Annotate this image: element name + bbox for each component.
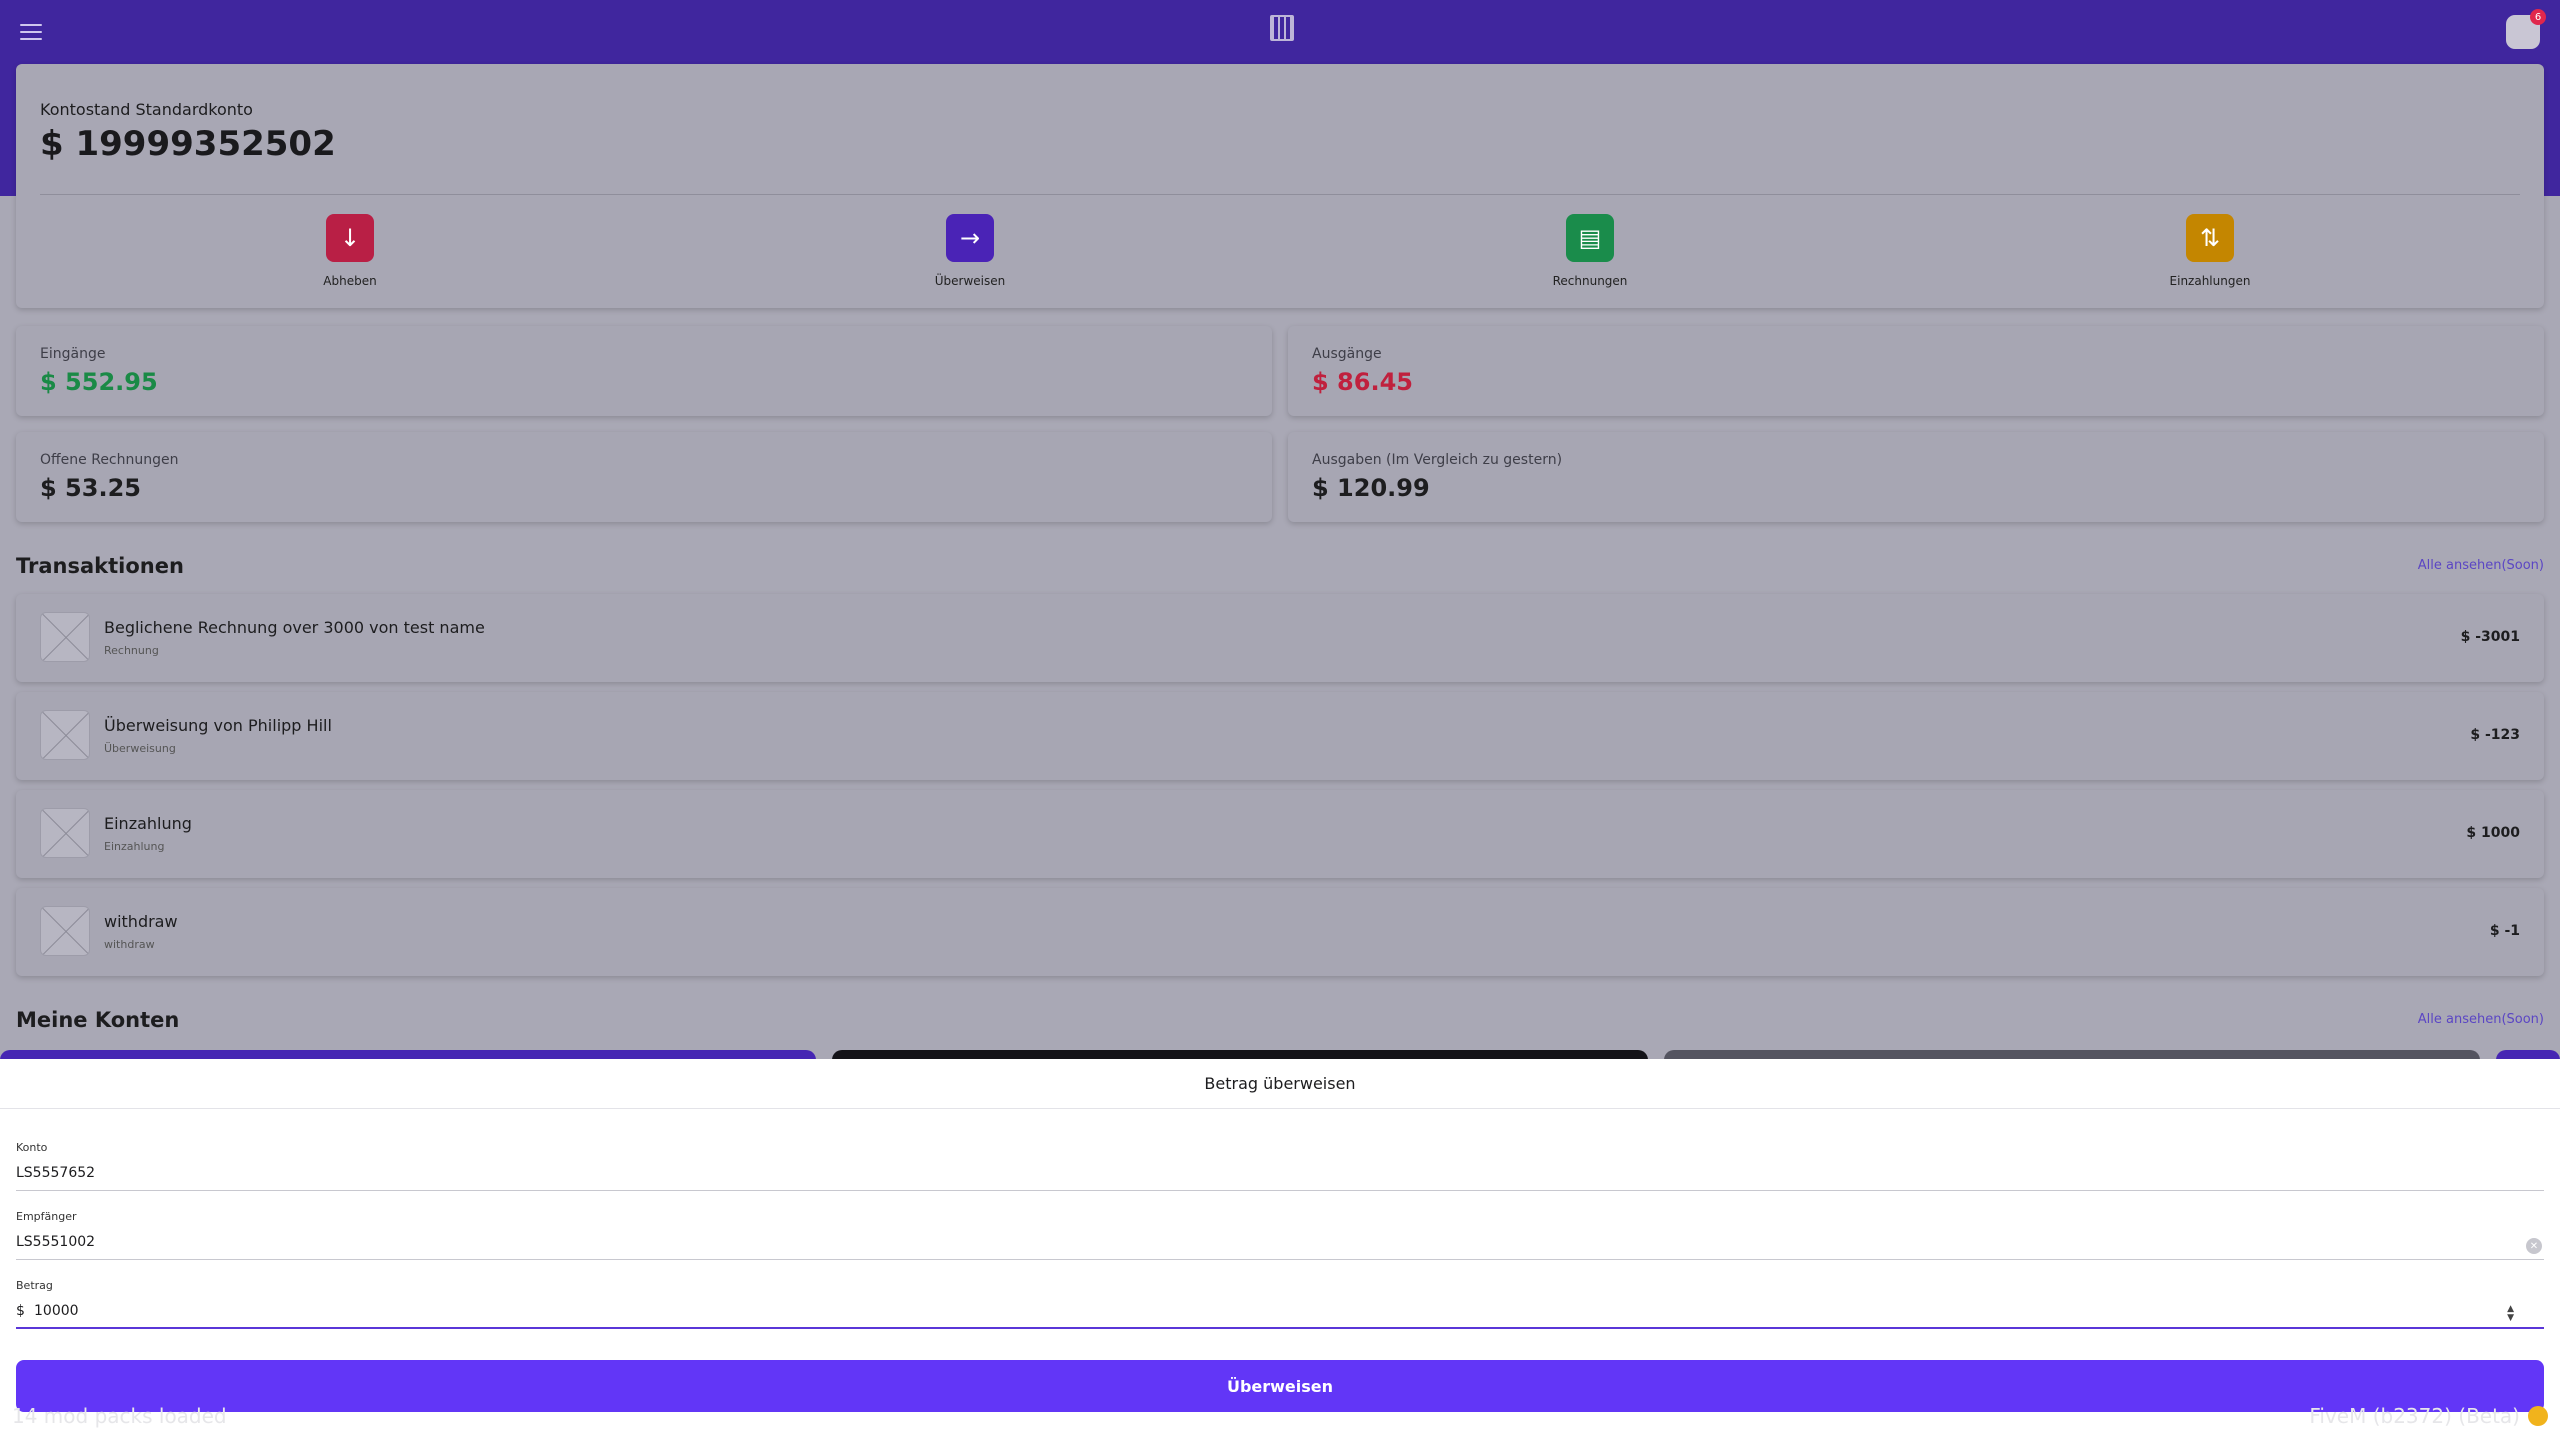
receipt-icon[interactable]: ▤ — [1566, 214, 1614, 262]
transaction-amount: $ -3001 — [2460, 629, 2520, 645]
deposits-action[interactable]: ⇅ Einzahlungen — [2130, 214, 2290, 288]
divider — [40, 194, 2520, 195]
transactions-title: Transaktionen — [16, 554, 184, 578]
bills-label: Rechnungen — [1552, 274, 1628, 288]
stat-outgoing-label: Ausgänge — [1312, 346, 1382, 362]
stat-outgoing: Ausgänge $ 86.45 — [1288, 326, 2544, 416]
transfer-label: Überweisen — [934, 274, 1006, 288]
transaction-title: Überweisung von Philipp Hill — [104, 716, 332, 735]
hamburger-menu-icon[interactable] — [20, 24, 42, 40]
amount-field-label: Betrag — [16, 1279, 53, 1292]
transaction-amount: $ -1 — [2489, 923, 2520, 939]
accounts-see-all-link[interactable]: Alle ansehen(Soon) — [2418, 1012, 2544, 1027]
balance-card: Kontostand Standardkonto $ 19999352502 ↓… — [16, 64, 2544, 308]
transaction-title: Beglichene Rechnung over 3000 von test n… — [104, 618, 485, 637]
transactions-see-all-link[interactable]: Alle ansehen(Soon) — [2418, 558, 2544, 573]
balance-label: Kontostand Standardkonto — [40, 100, 253, 119]
notification-badge: 6 — [2530, 9, 2546, 25]
account-field[interactable]: Konto LS5557652 — [16, 1135, 2544, 1191]
recipient-field[interactable]: Empfänger LS5551002 ✕ — [16, 1204, 2544, 1260]
stat-open-bills-label: Offene Rechnungen — [40, 452, 179, 468]
bills-action[interactable]: ▤ Rechnungen — [1510, 214, 1670, 288]
arrow-down-icon[interactable]: ↓ — [326, 214, 374, 262]
withdraw-action[interactable]: ↓ Abheben — [270, 214, 430, 288]
transfer-submit-button[interactable]: Überweisen — [16, 1360, 2544, 1412]
transfer-action[interactable]: → Überweisen — [890, 214, 1050, 288]
balance-value: $ 19999352502 — [40, 124, 336, 164]
stat-spending-compare-label: Ausgaben (Im Vergleich zu gestern) — [1312, 452, 1563, 468]
deposits-label: Einzahlungen — [2169, 274, 2251, 288]
transaction-type: Überweisung — [104, 742, 176, 755]
transaction-image-placeholder — [40, 710, 90, 760]
transfer-sheet-title: Betrag überweisen — [0, 1059, 2560, 1109]
withdraw-label: Abheben — [323, 274, 377, 288]
number-stepper-icon[interactable]: ▲ ▼ — [2507, 1305, 2514, 1323]
profile-avatar[interactable]: 6 — [2506, 9, 2546, 49]
account-field-value[interactable]: LS5557652 — [16, 1165, 2416, 1181]
stat-outgoing-value: $ 86.45 — [1312, 368, 1413, 396]
fivem-logo-icon — [2528, 1406, 2548, 1426]
stat-open-bills: Offene Rechnungen $ 53.25 — [16, 432, 1272, 522]
transaction-amount: $ 1000 — [2466, 825, 2520, 841]
account-field-label: Konto — [16, 1141, 48, 1154]
transaction-title: withdraw — [104, 912, 178, 931]
stat-incoming-value: $ 552.95 — [40, 368, 158, 396]
transaction-image-placeholder — [40, 612, 90, 662]
swap-vertical-icon[interactable]: ⇅ — [2186, 214, 2234, 262]
stat-spending-compare: Ausgaben (Im Vergleich zu gestern) $ 120… — [1288, 432, 2544, 522]
transaction-amount: $ -123 — [2470, 727, 2520, 743]
bank-logo-icon — [1270, 15, 1294, 41]
transaction-row[interactable]: withdraw withdraw $ -1 — [16, 888, 2544, 976]
stat-incoming-label: Eingänge — [40, 346, 106, 362]
amount-field[interactable]: Betrag $ 10000 ▲ ▼ — [16, 1273, 2544, 1329]
fivem-version-overlay-text: FiveM (b2372) (Beta) — [2309, 1404, 2520, 1428]
transaction-image-placeholder — [40, 906, 90, 956]
arrow-right-icon[interactable]: → — [946, 214, 994, 262]
clear-icon[interactable]: ✕ — [2526, 1238, 2542, 1254]
transaction-title: Einzahlung — [104, 814, 192, 833]
transaction-row[interactable]: Einzahlung Einzahlung $ 1000 — [16, 790, 2544, 878]
mod-packs-overlay-text: 14 mod packs loaded — [12, 1404, 227, 1428]
accounts-title: Meine Konten — [16, 1008, 180, 1032]
amount-field-value[interactable]: 10000 — [34, 1303, 2334, 1319]
stat-incoming: Eingänge $ 552.95 — [16, 326, 1272, 416]
transaction-image-placeholder — [40, 808, 90, 858]
transaction-type: Einzahlung — [104, 840, 165, 853]
transaction-type: withdraw — [104, 938, 155, 951]
recipient-field-label: Empfänger — [16, 1210, 77, 1223]
recipient-field-value[interactable]: LS5551002 — [16, 1234, 2416, 1250]
stat-spending-compare-value: $ 120.99 — [1312, 474, 1430, 502]
transaction-row[interactable]: Beglichene Rechnung over 3000 von test n… — [16, 594, 2544, 682]
transaction-type: Rechnung — [104, 644, 159, 657]
transaction-row[interactable]: Überweisung von Philipp Hill Überweisung… — [16, 692, 2544, 780]
stat-open-bills-value: $ 53.25 — [40, 474, 141, 502]
